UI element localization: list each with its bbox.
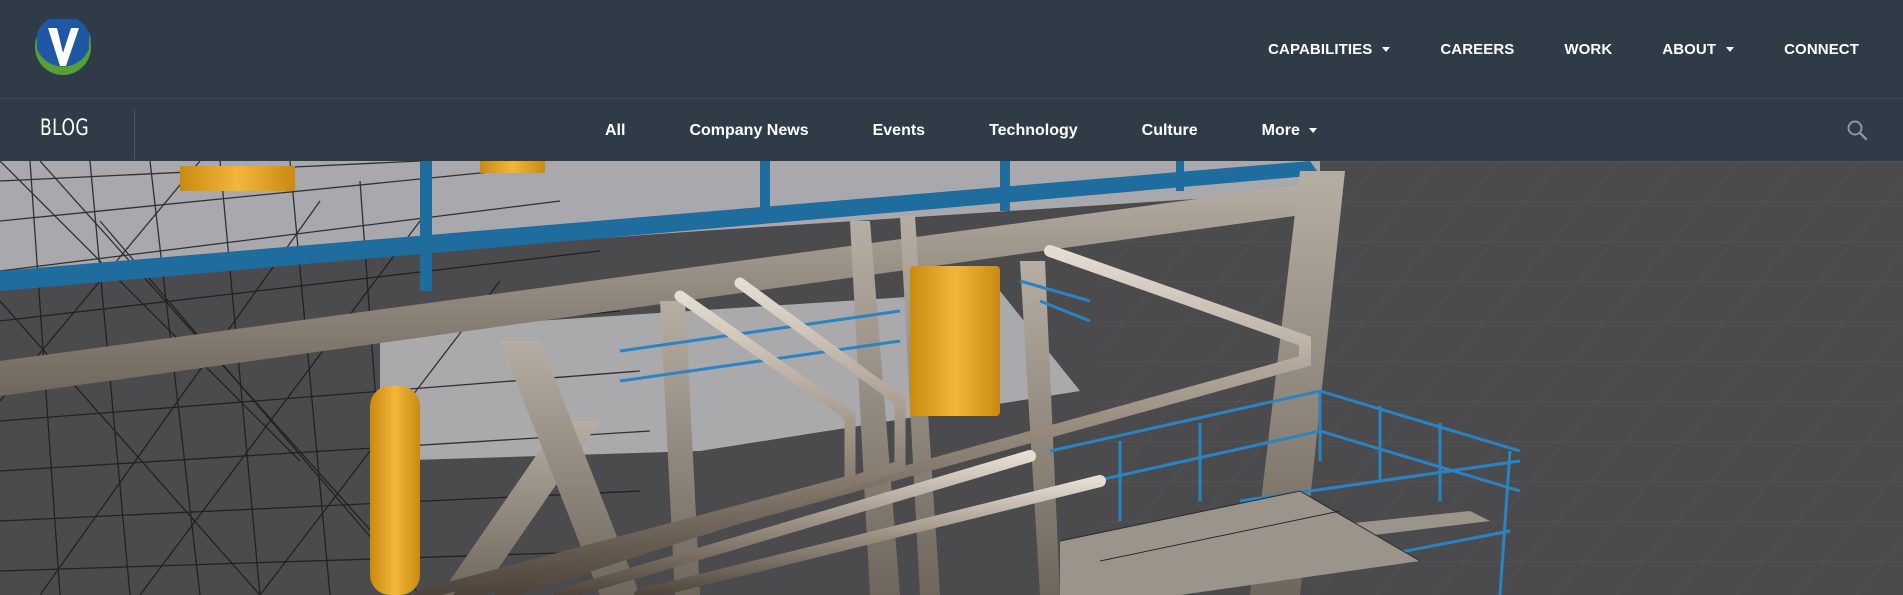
tab-technology-label: Technology [989, 121, 1078, 139]
blog-title: BLOG [40, 116, 90, 141]
nav-capabilities-label: CAPABILITIES [1268, 40, 1373, 58]
nav-work-label: WORK [1564, 40, 1613, 58]
tab-more-label: More [1261, 121, 1300, 139]
tab-all[interactable]: All [605, 122, 625, 140]
nav-about[interactable]: ABOUT [1662, 40, 1735, 58]
tab-technology[interactable]: Technology [989, 122, 1078, 140]
hero-image [0, 161, 1903, 595]
chevron-down-icon [1308, 128, 1317, 133]
chevron-down-icon [1382, 46, 1391, 52]
tab-company-news-label: Company News [689, 121, 809, 139]
main-nav: CAPABILITIES CAREERS WORK ABOUT CONNECT [1268, 0, 1859, 98]
nav-careers[interactable]: CAREERS [1440, 41, 1514, 58]
nav-about-label: ABOUT [1662, 40, 1717, 58]
nav-work[interactable]: WORK [1564, 41, 1612, 58]
blog-category-tabs: All Company News Events Technology Cultu… [605, 99, 1317, 162]
divider [134, 109, 135, 159]
v-logo-icon[interactable] [35, 15, 91, 75]
tab-all-label: All [605, 121, 626, 139]
tab-events[interactable]: Events [873, 122, 925, 140]
site-header: CAPABILITIES CAREERS WORK ABOUT CONNECT [0, 0, 1903, 98]
nav-capabilities[interactable]: CAPABILITIES [1268, 40, 1391, 58]
chevron-down-icon [1726, 46, 1735, 52]
tab-company-news[interactable]: Company News [689, 122, 808, 140]
tab-culture[interactable]: Culture [1142, 122, 1198, 140]
search-icon[interactable] [1846, 119, 1868, 141]
blog-subnav-bar: BLOG All Company News Events Technology … [0, 98, 1903, 161]
nav-connect[interactable]: CONNECT [1784, 41, 1859, 58]
tab-culture-label: Culture [1141, 121, 1198, 139]
tab-more[interactable]: More [1262, 122, 1317, 140]
nav-connect-label: CONNECT [1784, 40, 1859, 58]
nav-careers-label: CAREERS [1440, 40, 1515, 58]
tab-events-label: Events [872, 121, 926, 139]
